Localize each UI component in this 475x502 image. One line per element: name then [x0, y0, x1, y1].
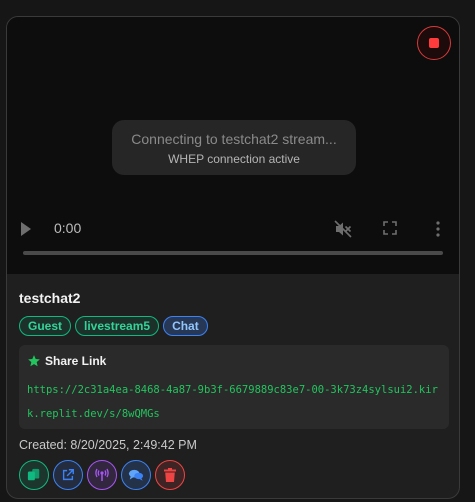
star-icon: [28, 355, 40, 367]
video-player[interactable]: Connecting to testchat2 stream... WHEP c…: [7, 17, 459, 274]
action-buttons: [19, 460, 449, 490]
share-link-box: Share Link https://2c31a4ea-8468-4a87-9b…: [19, 345, 449, 429]
share-link-header: Share Link: [27, 354, 441, 368]
copy-icon: [27, 468, 40, 481]
copy-button[interactable]: [19, 460, 49, 490]
chat-icon: [128, 469, 144, 481]
share-link-heading: Share Link: [45, 354, 107, 368]
broadcast-button[interactable]: [87, 460, 117, 490]
connection-status-subtitle: WHEP connection active: [168, 152, 300, 166]
stream-info: testchat2 Guest livestream5 Chat Share L…: [19, 287, 449, 490]
connection-status-overlay: Connecting to testchat2 stream... WHEP c…: [112, 120, 356, 175]
video-controls: 0:00: [7, 213, 459, 249]
tag-livestream: livestream5: [75, 316, 160, 336]
stream-tags: Guest livestream5 Chat: [19, 316, 449, 336]
share-link-url[interactable]: https://2c31a4ea-8468-4a87-9b3f-6679889c…: [27, 378, 441, 426]
stop-stream-button[interactable]: [417, 26, 451, 60]
stop-icon: [429, 38, 439, 48]
chat-button[interactable]: [121, 460, 151, 490]
more-options-icon[interactable]: [430, 219, 446, 239]
external-link-icon: [62, 469, 74, 481]
stream-name: testchat2: [19, 290, 81, 306]
muted-icon[interactable]: [333, 219, 353, 239]
tag-chat: Chat: [163, 316, 208, 336]
tag-guest: Guest: [19, 316, 72, 336]
connection-status-title: Connecting to testchat2 stream...: [131, 131, 337, 147]
broadcast-icon: [95, 468, 109, 481]
open-external-button[interactable]: [53, 460, 83, 490]
progress-bar[interactable]: [23, 251, 443, 255]
delete-button[interactable]: [155, 460, 185, 490]
created-timestamp: Created: 8/20/2025, 2:49:42 PM: [19, 438, 197, 452]
trash-icon: [164, 468, 176, 482]
fullscreen-icon[interactable]: [382, 220, 398, 236]
play-icon[interactable]: [21, 222, 31, 236]
video-time: 0:00: [54, 220, 82, 236]
stream-card: Connecting to testchat2 stream... WHEP c…: [6, 16, 460, 499]
